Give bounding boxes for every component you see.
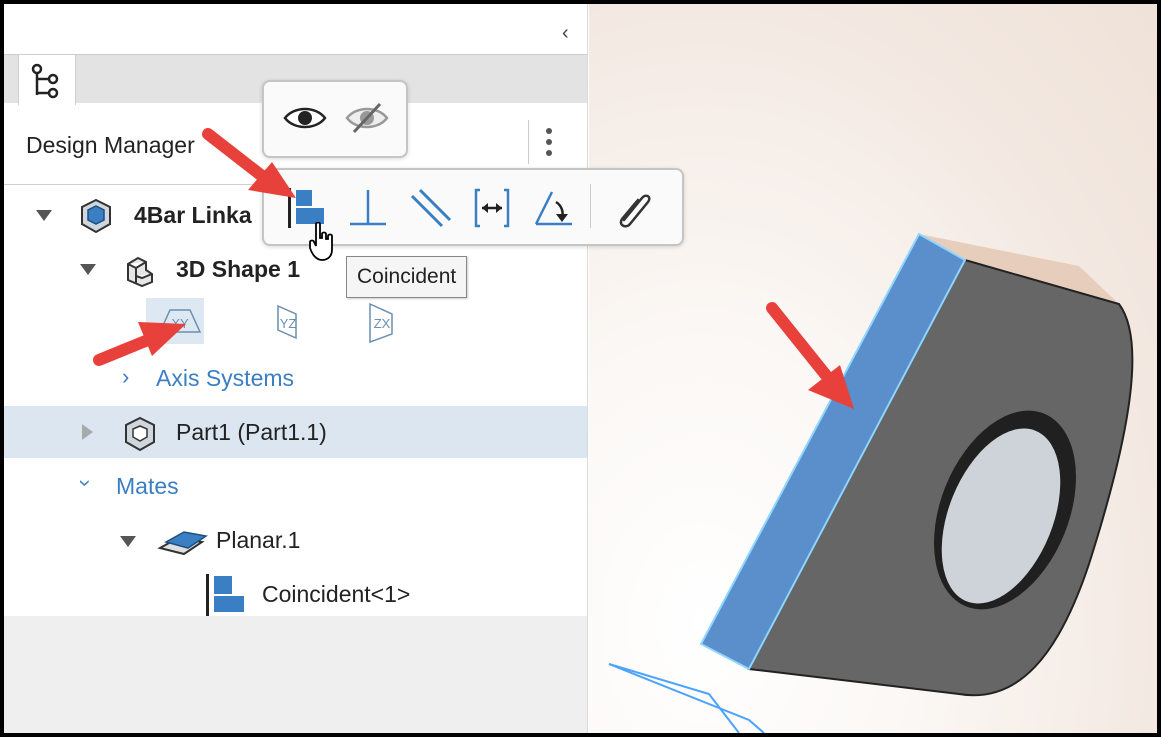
chevron-right-icon[interactable]: › xyxy=(122,364,129,390)
distance-icon xyxy=(474,188,510,228)
perpendicular-tool-button[interactable] xyxy=(346,186,390,230)
zx-plane-icon: ZX xyxy=(369,302,393,344)
tooltip: Coincident xyxy=(346,256,468,298)
tree-root-label: 4Bar Linka xyxy=(134,202,252,228)
second-part-edge xyxy=(608,663,765,733)
tree-row-part[interactable]: Part1 (Part1.1) xyxy=(4,406,587,458)
toolbar-separator xyxy=(590,184,591,228)
tree-row-shape[interactable]: 3D Shape 1 xyxy=(4,242,587,294)
angle-tool-button[interactable] xyxy=(532,186,576,230)
parallel-icon xyxy=(410,188,452,228)
xy-plane-icon: XY xyxy=(158,309,202,333)
assembly-icon xyxy=(81,198,111,234)
attach-icon xyxy=(619,194,651,228)
axis-systems-label: Axis Systems xyxy=(156,365,295,391)
eye-hidden-icon[interactable] xyxy=(344,102,390,134)
xy-plane-button[interactable]: XY xyxy=(146,298,204,344)
visibility-popup xyxy=(262,80,408,158)
perpendicular-icon xyxy=(350,190,386,226)
tree-planar-label: Planar.1 xyxy=(216,527,301,553)
planar-mate-icon xyxy=(157,531,208,556)
eye-icon[interactable] xyxy=(282,102,328,134)
chevron-down-icon[interactable]: › xyxy=(73,479,99,486)
zx-plane-button[interactable]: ZX xyxy=(356,298,414,344)
part-icon xyxy=(125,416,155,452)
tree-coincident-label: Coincident<1> xyxy=(262,581,411,607)
hand-cursor-icon xyxy=(309,222,333,261)
attach-tool-button[interactable] xyxy=(610,186,654,230)
tree-part-label: Part1 (Part1.1) xyxy=(176,419,327,445)
parallel-tool-button[interactable] xyxy=(408,186,452,230)
tab-design-tree[interactable] xyxy=(18,54,76,105)
3d-viewport[interactable] xyxy=(589,4,1157,733)
tree-row-axis-systems[interactable]: › Axis Systems xyxy=(4,352,587,404)
3d-model xyxy=(608,232,1134,733)
more-options-icon[interactable] xyxy=(546,128,554,161)
distance-tool-button[interactable] xyxy=(470,186,514,230)
tree-row-planar[interactable]: Planar.1 xyxy=(4,514,587,566)
panel-title: Design Manager xyxy=(26,132,195,158)
tree-row-mates[interactable]: › Mates xyxy=(4,460,587,512)
coincident-icon xyxy=(206,574,244,616)
svg-text:YZ: YZ xyxy=(280,316,297,331)
annotation-arrow-face xyxy=(766,302,854,409)
svg-text:XY: XY xyxy=(171,316,189,331)
divider xyxy=(528,120,529,164)
application-window: ‹ Design Manager 4Bar Linka 3D Shape 1 X… xyxy=(0,0,1161,737)
shape-icon xyxy=(127,256,153,288)
yz-plane-button[interactable]: YZ xyxy=(260,298,318,344)
panel-empty-area xyxy=(4,616,587,733)
tree-row-coincident[interactable]: Coincident<1> xyxy=(4,568,587,620)
expand-triangle-icon[interactable] xyxy=(120,536,136,547)
angle-icon xyxy=(534,191,572,226)
collapse-panel-button[interactable]: ‹ xyxy=(562,22,569,45)
expand-triangle-icon[interactable] xyxy=(36,210,52,221)
yz-plane-icon: YZ xyxy=(277,304,297,340)
expand-triangle-icon[interactable] xyxy=(80,264,96,275)
mates-label: Mates xyxy=(116,473,179,499)
tree-icon xyxy=(31,63,59,99)
svg-text:ZX: ZX xyxy=(374,316,391,331)
collapsed-triangle-icon[interactable] xyxy=(82,424,93,440)
tree-shape-label: 3D Shape 1 xyxy=(176,256,300,282)
